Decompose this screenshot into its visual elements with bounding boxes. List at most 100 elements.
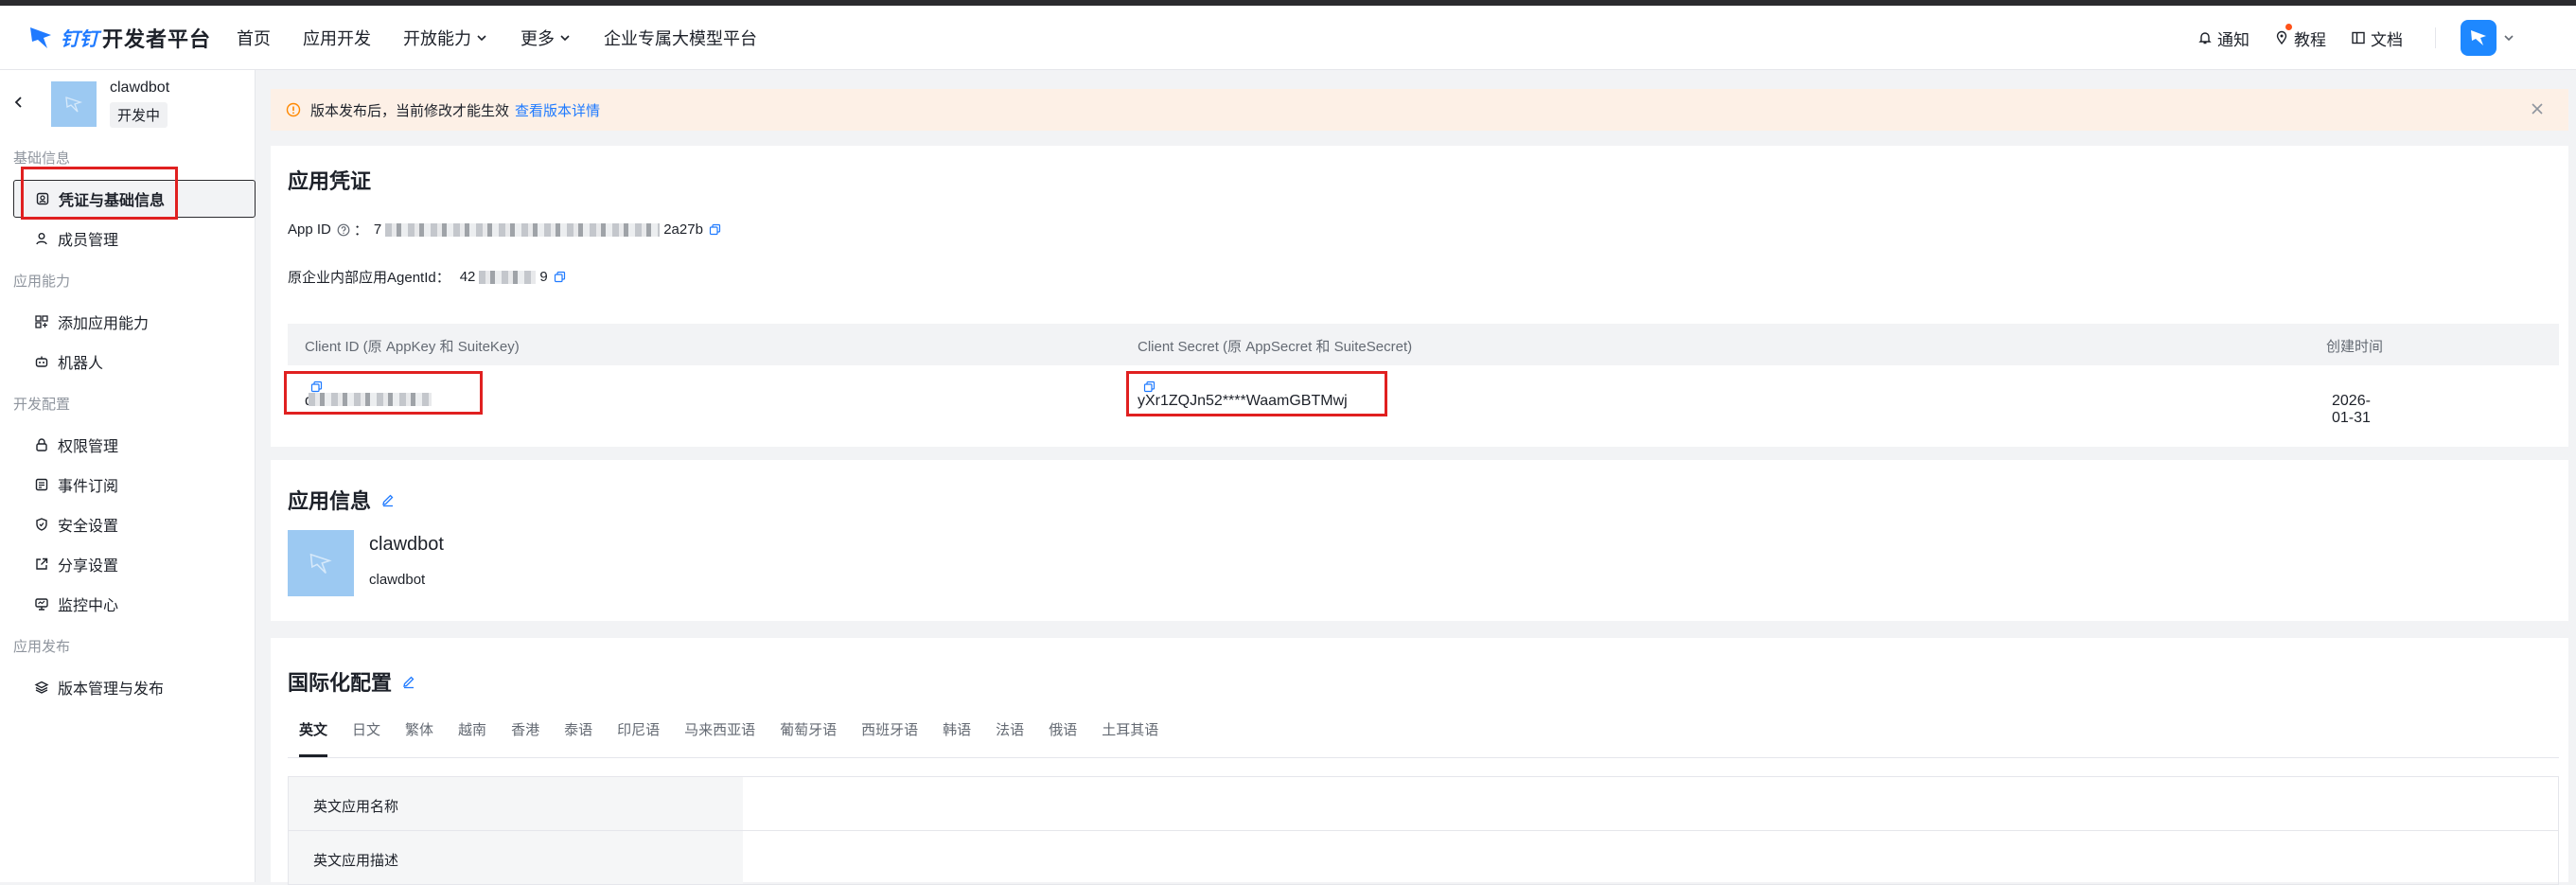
main-content: 版本发布后，当前修改才能生效 查看版本详情 应用凭证 App ID ： 7 2a… [271,70,2568,885]
tab-malay[interactable]: 马来西亚语 [684,719,755,757]
table-row: din yXr1ZQJn52****WaamGBTMwj 2026-01-31 [288,365,2559,426]
app-thumbnail [51,81,97,127]
tab-english[interactable]: 英文 [299,719,328,757]
client-secret-cell: yXr1ZQJn52****WaamGBTMwj [1138,381,1348,409]
publish-notice-banner: 版本发布后，当前修改才能生效 查看版本详情 [271,89,2568,131]
sidebar-item-permissions[interactable]: 权限管理 [0,426,256,464]
app-header: clawdbot 开发中 [0,70,256,136]
nav-more[interactable]: 更多 [520,26,572,50]
event-icon [35,478,48,491]
sidebar-item-version[interactable]: 版本管理与发布 [0,668,256,706]
copy-icon[interactable] [709,223,721,236]
app-id-prefix: 7 [373,221,382,238]
credentials-title: 应用凭证 [288,169,372,193]
back-arrow-icon[interactable] [11,95,26,110]
table-row: 英文应用名称 [288,776,2559,831]
app-info-title: 应用信息 [288,485,396,515]
lock-icon [36,438,47,451]
close-icon[interactable] [2529,100,2546,117]
tab-russian[interactable]: 俄语 [1049,719,1077,757]
sidebar-item-security[interactable]: 安全设置 [0,505,256,543]
chevron-down-icon[interactable] [2502,31,2515,44]
sidebar-item-robot[interactable]: 机器人 [0,343,256,381]
tab-japanese[interactable]: 日文 [352,719,380,757]
view-version-link[interactable]: 查看版本详情 [515,100,600,120]
bird-logo-icon [65,97,83,113]
copy-icon[interactable] [554,271,566,283]
agent-id-masked [479,270,537,284]
app-id-suffix: 2a27b [663,221,703,238]
tab-french[interactable]: 法语 [996,719,1024,757]
banner-text: 版本发布后，当前修改才能生效 [310,102,510,119]
header-client-secret: Client Secret (原 AppSecret 和 SuiteSecret… [1138,339,1413,355]
sidebar-item-add-capability[interactable]: 添加应用能力 [0,303,256,341]
info-circle-icon [286,102,301,117]
i18n-title: 国际化配置 [288,666,416,697]
app-status-badge: 开发中 [110,102,168,128]
sidebar-group-capability: 应用能力 [13,274,71,290]
language-tabs: 英文 日文 繁体 越南 香港 泰语 印尼语 马来西亚语 葡萄牙语 西班牙语 韩语… [288,719,1183,757]
header-client-id: Client ID (原 AppKey 和 SuiteKey) [305,339,520,355]
tab-portuguese[interactable]: 葡萄牙语 [780,719,837,757]
notification-dot [2285,23,2292,30]
client-id-cell: din [305,381,432,409]
row-label-en-desc: 英文应用描述 [289,831,743,884]
sidebar-item-events[interactable]: 事件订阅 [0,466,256,504]
user-icon [36,233,47,245]
dingtalk-logo-icon [30,27,51,48]
tab-turkish[interactable]: 土耳其语 [1102,719,1158,757]
sidebar-group-basic: 基础信息 [13,150,71,167]
bell-icon [2198,32,2212,44]
tab-vietnamese[interactable]: 越南 [458,719,486,757]
row-label-en-name: 英文应用名称 [289,777,743,830]
docs-button[interactable]: 文档 [2351,27,2403,50]
sidebar-item-monitor[interactable]: 监控中心 [0,585,256,623]
copy-icon[interactable] [310,381,323,393]
nav-open-capability[interactable]: 开放能力 [403,26,488,50]
table-row: 英文应用描述 [288,830,2559,885]
sidebar-group-release: 应用发布 [13,639,71,655]
nav-app-dev[interactable]: 应用开发 [303,26,371,50]
nav-llm-platform[interactable]: 企业专属大模型平台 [604,26,757,50]
tab-korean[interactable]: 韩语 [943,719,971,757]
brand[interactable]: 钉钉 开发者平台 [26,21,211,55]
nav-home[interactable]: 首页 [237,26,271,50]
agent-id-prefix: 42 [459,269,476,285]
notify-button[interactable]: 通知 [2197,27,2250,50]
location-pin-icon [2276,30,2287,45]
sidebar-item-members[interactable]: 成员管理 [0,220,256,257]
tutorial-button[interactable]: 教程 [2274,23,2326,50]
chevron-down-icon [560,35,570,42]
apps-icon [35,315,48,328]
nav-divider [2435,27,2436,48]
copy-icon[interactable] [1143,381,1156,393]
layers-icon [34,681,49,694]
help-circle-icon[interactable] [337,223,350,237]
sidebar-item-credentials[interactable]: 凭证与基础信息 [13,180,256,218]
brand-name: 开发者平台 [102,27,212,51]
app-info-thumbnail [288,530,354,596]
dingtalk-wordmark-icon: 钉钉 [61,27,102,50]
user-avatar[interactable] [2461,20,2497,56]
sidebar-item-share[interactable]: 分享设置 [0,545,256,583]
tab-traditional[interactable]: 繁体 [405,719,433,757]
nav-right: 通知 教程 文档 [2173,6,2515,70]
tab-hongkong[interactable]: 香港 [511,719,539,757]
tab-indonesian[interactable]: 印尼语 [617,719,660,757]
header-created: 创建时间 [2326,339,2384,355]
tab-thai[interactable]: 泰语 [564,719,592,757]
edit-icon[interactable] [380,492,396,507]
book-icon [2352,31,2365,44]
monitor-icon [35,598,48,611]
credential-icon [36,192,49,205]
client-secret-value: yXr1ZQJn52****WaamGBTMwj [1138,393,1348,409]
app-name: clawdbot [110,80,170,96]
app-info-card: 应用信息 clawdbot clawdbot [271,460,2568,621]
credentials-table-header: Client ID (原 AppKey 和 SuiteKey) Client S… [288,324,2559,365]
tab-spanish[interactable]: 西班牙语 [861,719,918,757]
tabs-divider [288,757,2559,758]
i18n-card: 国际化配置 英文 日文 繁体 越南 香港 泰语 印尼语 马来西亚语 葡萄牙语 西… [271,638,2568,885]
edit-icon[interactable] [401,674,416,689]
sidebar-group-dev-config: 开发配置 [13,397,71,413]
app-info-name: clawdbot [369,534,444,555]
